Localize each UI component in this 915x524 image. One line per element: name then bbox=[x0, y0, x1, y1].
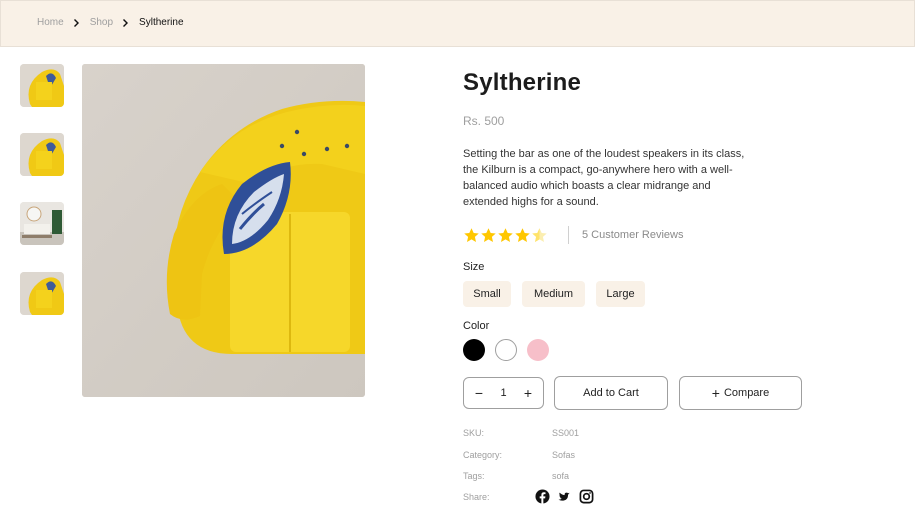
thumbnail-sofa-1[interactable] bbox=[20, 64, 64, 107]
color-swatch-white[interactable] bbox=[495, 339, 517, 361]
star-full-icon bbox=[481, 227, 496, 242]
rating-divider bbox=[568, 226, 569, 244]
color-label: Color bbox=[463, 320, 490, 332]
star-half-icon bbox=[532, 227, 547, 242]
tags-label: Tags: bbox=[463, 471, 485, 481]
tags-value[interactable]: sofa bbox=[552, 471, 569, 481]
chevron-right-icon bbox=[73, 18, 79, 27]
size-options: Small Medium Large bbox=[463, 281, 656, 307]
twitter-icon[interactable] bbox=[557, 489, 572, 504]
main-product-image bbox=[82, 64, 365, 397]
product-description: Setting the bar as one of the loudest sp… bbox=[463, 148, 745, 208]
star-full-icon bbox=[464, 227, 479, 242]
product-price: Rs. 500 bbox=[463, 114, 505, 128]
color-swatch-pink[interactable] bbox=[527, 339, 549, 361]
sku-value: SS001 bbox=[552, 428, 580, 438]
product-rating: 5 Customer Reviews bbox=[463, 226, 683, 244]
instagram-icon[interactable] bbox=[579, 489, 594, 504]
breadcrumb-bar: Home Shop Syltherine bbox=[0, 0, 915, 47]
share-label: Share: bbox=[463, 492, 490, 502]
quantity-increase-button[interactable]: + bbox=[521, 385, 535, 401]
breadcrumb-shop-link[interactable]: Shop bbox=[90, 17, 113, 28]
star-full-icon bbox=[515, 227, 530, 242]
breadcrumb-home-link[interactable]: Home bbox=[37, 17, 64, 28]
compare-label: Compare bbox=[723, 387, 770, 399]
facebook-icon[interactable] bbox=[535, 489, 550, 504]
size-option-small[interactable]: Small bbox=[463, 281, 511, 307]
size-option-large[interactable]: Large bbox=[596, 281, 645, 307]
thumbnail-living-room[interactable] bbox=[20, 202, 64, 245]
thumbnail-sofa-3[interactable] bbox=[20, 272, 64, 315]
product-title: Syltherine bbox=[463, 69, 582, 96]
color-options bbox=[463, 339, 559, 361]
size-label: Size bbox=[463, 261, 485, 273]
quantity-stepper: − 1 + bbox=[463, 377, 544, 409]
star-rating bbox=[463, 227, 548, 244]
share-icons bbox=[535, 489, 601, 504]
chevron-right-icon bbox=[123, 18, 129, 27]
breadcrumb-current-page: Syltherine bbox=[139, 17, 184, 28]
quantity-value[interactable]: 1 bbox=[500, 387, 506, 399]
customer-reviews-link[interactable]: 5 Customer Reviews bbox=[582, 229, 683, 241]
size-option-medium[interactable]: Medium bbox=[522, 281, 585, 307]
color-swatch-black[interactable] bbox=[463, 339, 485, 361]
quantity-decrease-button[interactable]: − bbox=[472, 385, 486, 401]
category-label: Category: bbox=[463, 450, 503, 460]
star-full-icon bbox=[498, 227, 513, 242]
thumbnail-sofa-2[interactable] bbox=[20, 133, 64, 176]
breadcrumb: Home Shop Syltherine bbox=[37, 17, 184, 28]
plus-icon: + bbox=[711, 385, 720, 401]
compare-button[interactable]: + Compare bbox=[679, 376, 802, 410]
category-value[interactable]: Sofas bbox=[552, 450, 575, 460]
add-to-cart-button[interactable]: Add to Cart bbox=[554, 376, 668, 410]
sku-label: SKU: bbox=[463, 428, 485, 438]
